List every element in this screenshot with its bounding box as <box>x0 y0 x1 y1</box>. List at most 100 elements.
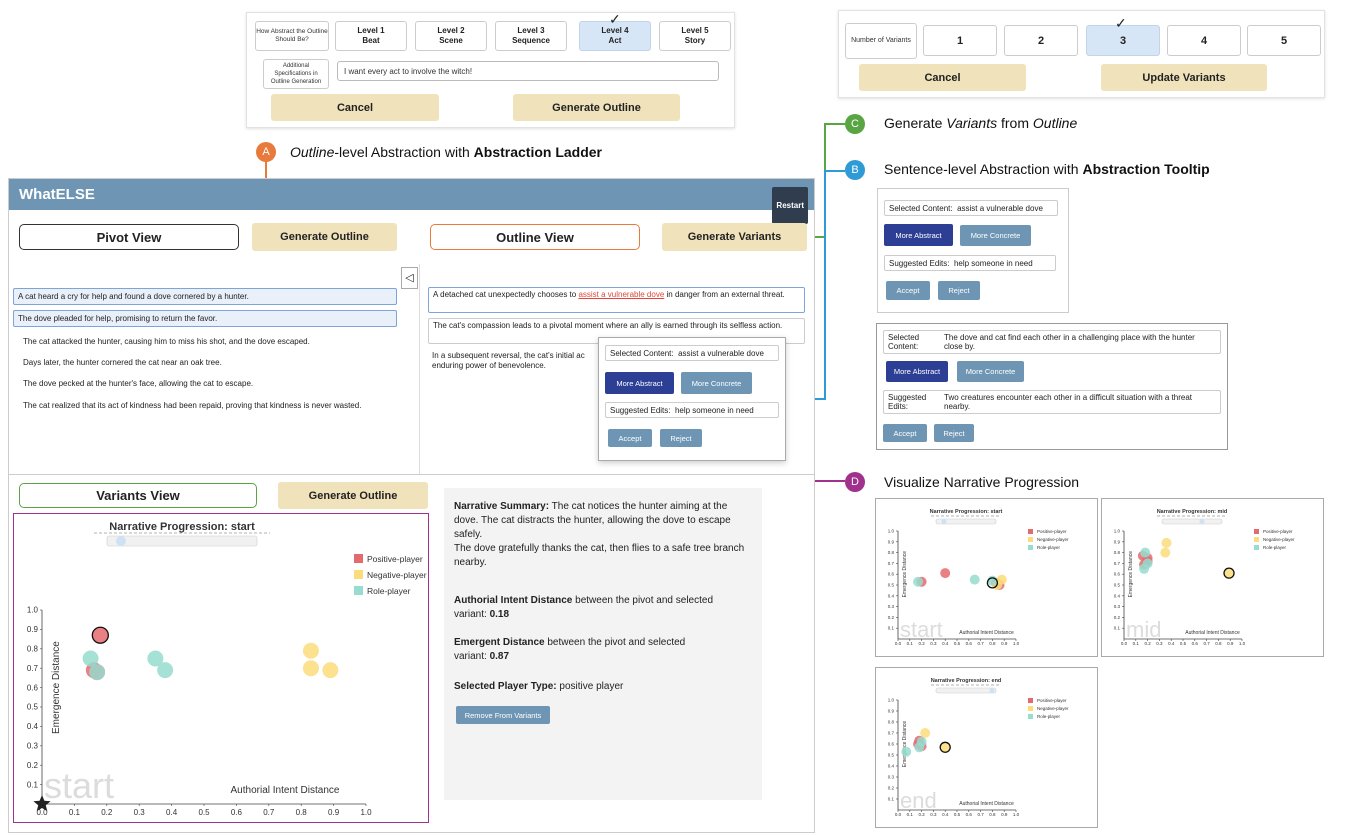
data-point <box>82 650 99 667</box>
y-tick-label: 0.6 <box>1114 572 1121 577</box>
y-tick-label: 1.0 <box>888 698 895 703</box>
selected-content-link[interactable]: assist a vulnerable dove <box>578 290 664 299</box>
data-point <box>987 575 998 586</box>
level-1-button[interactable]: Level 1 Beat <box>335 21 407 51</box>
accept-button[interactable]: Accept <box>886 281 930 300</box>
narrative-summary: Narrative Summary: The cat notices the h… <box>454 500 754 570</box>
outline-text: in danger from an external threat. <box>664 290 785 299</box>
accept-button[interactable]: Accept <box>608 429 652 447</box>
outline-sentence[interactable]: In a subsequent reversal, the cat's init… <box>428 349 598 375</box>
cancel-button[interactable]: Cancel <box>859 64 1026 91</box>
collapse-toggle[interactable]: ◁ <box>401 267 418 289</box>
suggested-edits-field[interactable]: Suggested Edits: help someone in need <box>884 255 1056 271</box>
data-point <box>1160 547 1171 558</box>
y-tick-label: 0.5 <box>888 583 895 588</box>
x-tick-label: 0.5 <box>1180 641 1187 646</box>
more-abstract-button[interactable]: More Abstract <box>884 224 953 246</box>
pivot-sentence[interactable]: A cat heard a cry for help and found a d… <box>13 288 397 305</box>
callout-c-text: Generate Variants from Outline <box>884 115 1077 131</box>
x-tick-label: 0.2 <box>918 641 925 646</box>
more-abstract-button[interactable]: More Abstract <box>605 372 674 394</box>
suggested-edits-field[interactable]: Suggested Edits: Two creatures encounter … <box>883 390 1221 414</box>
generate-outline-button[interactable]: Generate Outline <box>513 94 680 121</box>
pivot-sentence[interactable]: The dove pleaded for help, promising to … <box>13 310 397 327</box>
generate-variants-button[interactable]: Generate Variants <box>662 223 807 251</box>
slider-knob <box>989 688 995 693</box>
accept-button[interactable]: Accept <box>883 424 927 442</box>
outline-text: In a subsequent reversal, the cat's init… <box>432 351 585 360</box>
legend-swatch <box>1028 698 1033 703</box>
y-tick-label: 0.1 <box>27 780 39 789</box>
data-point <box>322 662 339 679</box>
update-variants-button[interactable]: Update Variants <box>1101 64 1267 91</box>
mini-chart-end: end0.0 0.1 0.1 0.2 0.2 0.3 0.3 0.4 0.4 0.5 0.5 0.6 0… <box>875 667 1098 828</box>
level-3-button[interactable]: Level 3 Sequence <box>495 21 567 51</box>
legend-label: Role-player <box>1263 545 1287 550</box>
restart-button[interactable]: Restart <box>772 187 808 224</box>
x-tick-label: 0.0 <box>895 812 902 817</box>
x-tick-label: 0.8 <box>296 808 308 817</box>
more-concrete-button[interactable]: More Concrete <box>957 361 1024 382</box>
callout-badge-d: D <box>845 472 865 492</box>
variant-option-1[interactable]: 1 <box>923 25 997 56</box>
outline-sentence[interactable]: A detached cat unexpectedly chooses to a… <box>428 287 805 313</box>
connector-line-b-vertical <box>824 170 826 400</box>
y-tick-label: 0.7 <box>888 731 895 736</box>
field-value: Two creatures encounter each other in a … <box>944 393 1192 411</box>
x-tick-label: 0.4 <box>1168 641 1175 646</box>
remove-from-variants-button[interactable]: Remove From Variants <box>456 706 550 724</box>
suggested-edits-field[interactable]: Suggested Edits: help someone in need <box>605 402 779 418</box>
data-point <box>969 574 980 585</box>
legend-swatch <box>1028 537 1033 542</box>
reject-button[interactable]: Reject <box>934 424 974 442</box>
variant-option-5[interactable]: 5 <box>1247 25 1321 56</box>
player-type: Selected Player Type: positive player <box>454 680 754 694</box>
more-abstract-button[interactable]: More Abstract <box>886 361 948 382</box>
legend-swatch <box>354 570 363 579</box>
main-scatter-chart[interactable]: start0.0 0.10.10.20.20.30.30.40.40.50.50.… <box>14 514 428 822</box>
x-tick-label: 0.2 <box>1144 641 1151 646</box>
data-point <box>1142 558 1153 569</box>
y-tick-label: 0.4 <box>888 764 895 769</box>
more-concrete-button[interactable]: More Concrete <box>960 225 1031 246</box>
x-tick-label: 0.2 <box>918 812 925 817</box>
legend-swatch <box>1028 529 1033 534</box>
variant-option-2[interactable]: 2 <box>1004 25 1078 56</box>
vertical-divider <box>419 264 420 474</box>
callout-badge-c: C <box>845 114 865 134</box>
pivot-sentence[interactable]: The dove pecked at the hunter's face, al… <box>23 379 403 389</box>
level-name: Story <box>684 36 706 45</box>
x-tick-label: 0.4 <box>166 808 178 817</box>
connector-line-b-top <box>824 170 845 172</box>
legend-label: Negative-player <box>367 570 427 580</box>
variant-option-4[interactable]: 4 <box>1167 25 1241 56</box>
y-tick-label: 0.2 <box>888 786 895 791</box>
x-tick-label: 0.1 <box>907 641 914 646</box>
level-5-button[interactable]: Level 5 Story <box>659 21 731 51</box>
pivot-sentence[interactable]: Days later, the hunter cornered the cat … <box>23 358 403 368</box>
field-label: Selected Content: <box>610 348 674 358</box>
abstraction-ladder-panel: How Abstract the Outline Should Be? Leve… <box>246 11 735 128</box>
chart-title: Narrative Progression: end <box>931 678 1002 684</box>
variants-count-panel: Number of Variants 1 2 3 ✓ 4 5 Cancel Up… <box>838 10 1325 98</box>
level-2-button[interactable]: Level 2 Scene <box>415 21 487 51</box>
abstraction-tooltip-example: Selected Content: assist a vulnerable do… <box>877 188 1069 313</box>
legend-swatch <box>1254 529 1259 534</box>
more-concrete-button[interactable]: More Concrete <box>681 372 752 394</box>
pivot-sentence[interactable]: The cat attacked the hunter, causing him… <box>23 337 403 347</box>
callout-badge-a: A <box>256 142 276 162</box>
generate-outline-button[interactable]: Generate Outline <box>252 223 397 251</box>
x-tick-label: 0.8 <box>989 641 996 646</box>
reject-button[interactable]: Reject <box>938 281 980 300</box>
slider-knob <box>941 519 947 524</box>
pivot-sentence[interactable]: The cat realized that its act of kindnes… <box>23 401 407 411</box>
cancel-button[interactable]: Cancel <box>271 94 439 121</box>
chart-title: Narrative Progression: mid <box>1157 509 1228 515</box>
spec-input[interactable]: I want every act to involve the witch! <box>337 61 719 81</box>
callout-a-mid: -level Abstraction with <box>334 144 474 160</box>
legend-label: Positive-player <box>1263 529 1293 534</box>
reject-button[interactable]: Reject <box>660 429 702 447</box>
field-value: help someone in need <box>674 405 754 415</box>
y-tick-label: 0.8 <box>1114 550 1121 555</box>
generate-outline-button[interactable]: Generate Outline <box>278 482 428 509</box>
